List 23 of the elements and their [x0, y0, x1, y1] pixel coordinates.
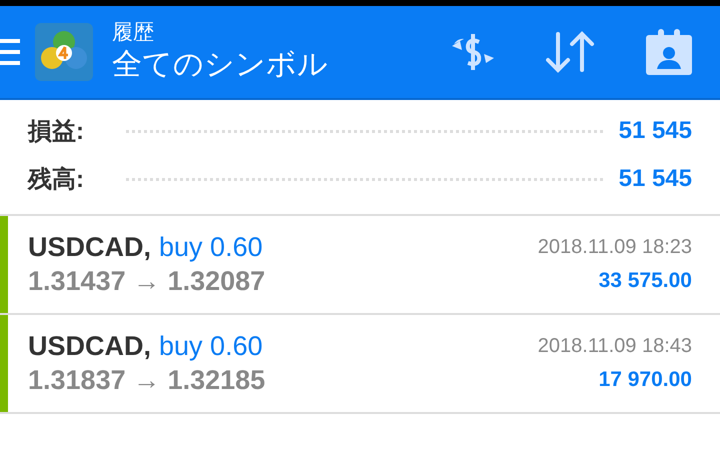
trade-prices: 1.31437 → 1.32087 [28, 265, 266, 298]
calendar-person-icon[interactable] [646, 29, 692, 75]
summary-label: 残高: [28, 165, 84, 195]
trade-symbol: USDCAD, [28, 330, 152, 363]
trade-profit: 33 575.00 [598, 268, 692, 294]
trade-prices: 1.31837 → 1.32185 [28, 364, 266, 397]
trade-symbol: USDCAD, [28, 231, 152, 264]
trade-row[interactable]: USDCAD, buy 0.60 1.31437 → 1.32087 2018.11.09 18:23 33 575.00 [0, 216, 720, 315]
summary-label: 損益: [28, 117, 84, 147]
currency-exchange-icon[interactable] [450, 32, 496, 72]
trade-order: buy 0.60 [159, 231, 263, 264]
summary-value: 51 545 [618, 117, 692, 145]
trade-time: 2018.11.09 18:23 [538, 235, 692, 260]
summary-value: 51 545 [618, 165, 692, 193]
trade-row[interactable]: USDCAD, buy 0.60 1.31837 → 1.32185 2018.11.09 18:43 17 970.00 [0, 315, 720, 414]
screen-title: 履歴 [112, 20, 155, 46]
trade-order: buy 0.60 [159, 330, 263, 363]
symbol-filter[interactable]: 全てのシンボル [112, 46, 328, 84]
trade-time: 2018.11.09 18:43 [538, 334, 692, 359]
trade-profit: 17 970.00 [598, 367, 692, 393]
app-logo-icon[interactable] [34, 22, 94, 82]
menu-icon[interactable] [0, 39, 20, 65]
sort-icon[interactable] [546, 30, 596, 74]
